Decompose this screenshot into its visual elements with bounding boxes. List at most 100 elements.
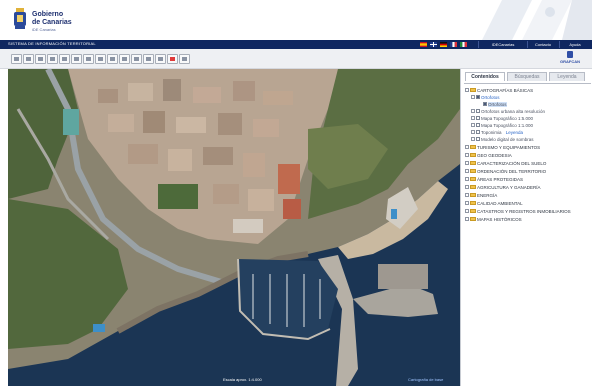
tree-node-toponymy[interactable]: Toponimia Leyenda bbox=[471, 129, 523, 136]
tree-node-agriculture[interactable]: AGRICULTURA Y GANADERÍA bbox=[465, 184, 541, 191]
search-icon bbox=[158, 57, 163, 61]
tree-node-geodesy[interactable]: GEO GEODESIA bbox=[465, 152, 512, 159]
flag-italian-icon[interactable] bbox=[460, 42, 467, 47]
measure-area-button[interactable] bbox=[95, 54, 106, 64]
flag-english-icon[interactable] bbox=[430, 42, 437, 47]
layer-checkbox[interactable] bbox=[476, 130, 480, 135]
expand-icon[interactable] bbox=[465, 185, 469, 190]
settings-button[interactable] bbox=[179, 54, 190, 64]
expand-icon[interactable] bbox=[471, 116, 475, 121]
tree-node-urban-orthophoto[interactable]: Ortofotos urbana alta resolución bbox=[471, 108, 545, 115]
measure-distance-button[interactable] bbox=[83, 54, 94, 64]
flag-spanish-icon[interactable] bbox=[420, 42, 427, 47]
flag-french-icon[interactable] bbox=[450, 42, 457, 47]
tree-node-label: GEO GEODESIA bbox=[477, 153, 512, 158]
grafcan-logo-text: GRAFCAN bbox=[560, 59, 580, 64]
system-title: SISTEMA DE INFORMACIÓN TERRITORIAL bbox=[8, 41, 96, 46]
map-viewer[interactable]: Escala aprox. 1:4.000 Cartografía de bas… bbox=[8, 69, 460, 386]
zoom-extent-button[interactable] bbox=[47, 54, 58, 64]
expand-icon[interactable] bbox=[465, 193, 469, 198]
expand-icon[interactable] bbox=[471, 137, 475, 142]
tree-node-soil[interactable]: CARACTERIZACIÓN DEL SUELO bbox=[465, 160, 546, 167]
tab-contents[interactable]: Contenidos bbox=[465, 72, 505, 81]
layer-checkbox[interactable] bbox=[476, 109, 480, 114]
tree-node-cadastre[interactable]: CATASTROS Y REGISTROS INMOBILIARIOS bbox=[465, 208, 571, 215]
layers-panel: Contenidos Búsquedas Leyenda CARTOGRAFÍA… bbox=[460, 69, 592, 386]
info-tool-button[interactable] bbox=[107, 54, 118, 64]
folder-icon bbox=[470, 88, 476, 93]
tree-node-basic-cartography[interactable]: CARTOGRAFÍAS BÁSICAS bbox=[465, 87, 533, 94]
tree-node-topo-5000[interactable]: Mapa Topográfico 1:5.000 bbox=[471, 115, 533, 122]
tree-node-orthophotos-group[interactable]: Ortofotos bbox=[471, 94, 500, 101]
collapse-icon[interactable] bbox=[465, 88, 469, 93]
folder-icon bbox=[470, 217, 476, 222]
layer-checkbox[interactable] bbox=[476, 137, 480, 142]
arrow-right-icon bbox=[74, 57, 79, 61]
tree-node-label: CARTOGRAFÍAS BÁSICAS bbox=[477, 88, 534, 93]
expand-icon[interactable] bbox=[471, 130, 475, 135]
link-button[interactable] bbox=[131, 54, 142, 64]
search-button[interactable] bbox=[155, 54, 166, 64]
tree-node-orthophotos[interactable]: Ortofotos bbox=[483, 101, 507, 108]
expand-icon[interactable] bbox=[465, 177, 469, 182]
flag-german-icon[interactable] bbox=[440, 42, 447, 47]
scale-label: Escala aprox. 1:4.000 bbox=[223, 377, 262, 382]
tab-legend[interactable]: Leyenda bbox=[549, 72, 585, 81]
clear-button[interactable] bbox=[167, 54, 178, 64]
zoom-in-button[interactable] bbox=[23, 54, 34, 64]
tree-node-planning[interactable]: ORDENACIÓN DEL TERRITORIO bbox=[465, 168, 546, 175]
expand-icon[interactable] bbox=[471, 123, 475, 128]
folder-icon bbox=[470, 177, 476, 182]
tree-node-label: CARACTERIZACIÓN DEL SUELO bbox=[477, 161, 547, 166]
printer-icon bbox=[122, 57, 127, 61]
logo-title-line2: de Canarias bbox=[32, 19, 72, 26]
expand-icon[interactable] bbox=[465, 153, 469, 158]
print-button[interactable] bbox=[119, 54, 130, 64]
folder-icon bbox=[470, 193, 476, 198]
collapse-icon[interactable] bbox=[471, 95, 475, 100]
idecanarias-link[interactable]: IDECanarias bbox=[480, 40, 526, 49]
aerial-orthophoto[interactable] bbox=[8, 69, 460, 386]
grafcan-logo[interactable]: GRAFCAN bbox=[560, 51, 580, 67]
layer-checkbox[interactable] bbox=[483, 102, 487, 107]
tree-node-environment[interactable]: CALIDAD AMBIENTAL bbox=[465, 200, 523, 207]
folder-icon bbox=[470, 161, 476, 166]
tree-node-label: Mapa Topográfico 1:5.000 bbox=[481, 116, 533, 121]
folder-icon bbox=[470, 209, 476, 214]
system-bar: SISTEMA DE INFORMACIÓN TERRITORIAL IDECa… bbox=[0, 40, 592, 49]
tree-node-topo-1000[interactable]: Mapa Topográfico 1:1.000 bbox=[471, 122, 533, 129]
expand-icon[interactable] bbox=[465, 209, 469, 214]
layer-checkbox[interactable] bbox=[476, 123, 480, 128]
clear-icon bbox=[170, 57, 175, 61]
tree-node-historic-maps[interactable]: MAPAS HISTÓRICOS bbox=[465, 216, 522, 223]
gear-icon bbox=[182, 57, 187, 61]
folder-icon bbox=[470, 145, 476, 150]
folder-icon bbox=[470, 169, 476, 174]
tree-node-energy[interactable]: ENERGÍA bbox=[465, 192, 497, 199]
tree-node-label: CALIDAD AMBIENTAL bbox=[477, 201, 523, 206]
contact-link[interactable]: Contacto bbox=[528, 40, 558, 49]
help-link[interactable]: Ayuda bbox=[560, 40, 590, 49]
expand-icon[interactable] bbox=[471, 109, 475, 114]
tree-node-protected-areas[interactable]: ÁREAS PROTEGIDAS bbox=[465, 176, 523, 183]
layer-checkbox[interactable] bbox=[476, 116, 480, 121]
tree-node-label: ENERGÍA bbox=[477, 193, 498, 198]
site-header: Gobierno de Canarias iDE Canarias bbox=[0, 0, 592, 40]
expand-icon[interactable] bbox=[465, 201, 469, 206]
expand-icon[interactable] bbox=[465, 145, 469, 150]
expand-icon[interactable] bbox=[465, 217, 469, 222]
pan-tool-button[interactable] bbox=[11, 54, 22, 64]
tab-searches[interactable]: Búsquedas bbox=[507, 72, 547, 81]
layer-checkbox[interactable] bbox=[476, 95, 480, 100]
coordinates-button[interactable] bbox=[143, 54, 154, 64]
tree-node-tourism[interactable]: TURISMO Y EQUIPAMIENTOS bbox=[465, 144, 540, 151]
expand-icon[interactable] bbox=[465, 169, 469, 174]
zoom-out-button[interactable] bbox=[35, 54, 46, 64]
expand-icon[interactable] bbox=[465, 161, 469, 166]
legend-link[interactable]: Leyenda bbox=[506, 130, 523, 135]
next-view-button[interactable] bbox=[71, 54, 82, 64]
government-logo[interactable]: Gobierno de Canarias iDE Canarias bbox=[12, 6, 92, 34]
previous-view-button[interactable] bbox=[59, 54, 70, 64]
tree-node-shadow-model[interactable]: Modelo digital de sombras bbox=[471, 136, 534, 143]
grafcan-logo-icon bbox=[567, 51, 573, 58]
